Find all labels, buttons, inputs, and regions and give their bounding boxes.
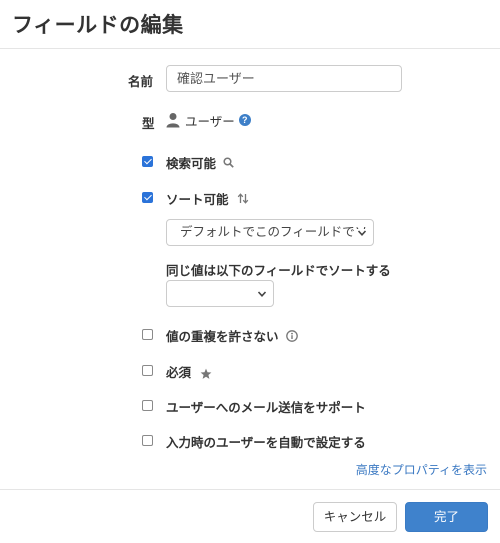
- searchable-checkbox[interactable]: [142, 156, 153, 167]
- cancel-button[interactable]: キャンセル: [313, 502, 397, 532]
- no-duplicates-label: 値の重複を許さない: [166, 330, 279, 344]
- name-field[interactable]: 確認ユーザー: [166, 65, 402, 92]
- email-support-checkbox[interactable]: [142, 400, 153, 411]
- email-support-label: ユーザーへのメール送信をサポート: [166, 401, 366, 415]
- sortable-label: ソート可能: [166, 193, 229, 207]
- sortable-checkbox[interactable]: [142, 192, 153, 203]
- required-option: 必須: [166, 362, 212, 381]
- auto-set-user-option: 入力時のユーザーを自動で設定する: [166, 432, 366, 451]
- required-checkbox[interactable]: [142, 365, 153, 376]
- same-value-sort-label: 同じ値は以下のフィールドでソートする: [166, 264, 391, 278]
- star-icon: [200, 368, 212, 379]
- chevron-down-icon: [357, 229, 367, 237]
- no-duplicates-checkbox[interactable]: [142, 329, 153, 340]
- type-value-row: ユーザー ?: [166, 110, 251, 130]
- info-icon[interactable]: [285, 329, 298, 342]
- sort-arrows-icon: [237, 193, 248, 204]
- same-value-sort-select[interactable]: [166, 280, 274, 307]
- searchable-label: 検索可能: [166, 157, 217, 171]
- search-icon: [223, 157, 234, 168]
- help-icon[interactable]: ?: [238, 114, 251, 126]
- name-label: 名前: [128, 75, 154, 89]
- type-value: ユーザー: [185, 114, 235, 129]
- searchable-option: 検索可能: [166, 153, 234, 172]
- done-button[interactable]: 完了: [405, 502, 488, 532]
- type-label: 型: [142, 117, 155, 131]
- email-support-option: ユーザーへのメール送信をサポート: [166, 397, 366, 416]
- sort-default-select[interactable]: デフォルトでこのフィールドでソ: [166, 219, 374, 246]
- sortable-option: ソート可能: [166, 189, 249, 208]
- sort-default-select-value: デフォルトでこのフィールドでソ: [180, 225, 368, 239]
- dialog-title: フィールドの編集: [12, 14, 184, 37]
- show-advanced-properties-link[interactable]: 高度なプロパティを表示: [356, 461, 487, 478]
- dialog-header: フィールドの編集: [0, 0, 500, 49]
- chevron-down-icon: [257, 291, 267, 297]
- auto-set-user-label: 入力時のユーザーを自動で設定する: [166, 436, 366, 450]
- user-icon: [166, 113, 180, 128]
- no-duplicates-option: 値の重複を許さない: [166, 326, 298, 345]
- auto-set-user-checkbox[interactable]: [142, 435, 153, 446]
- required-label: 必須: [166, 366, 192, 380]
